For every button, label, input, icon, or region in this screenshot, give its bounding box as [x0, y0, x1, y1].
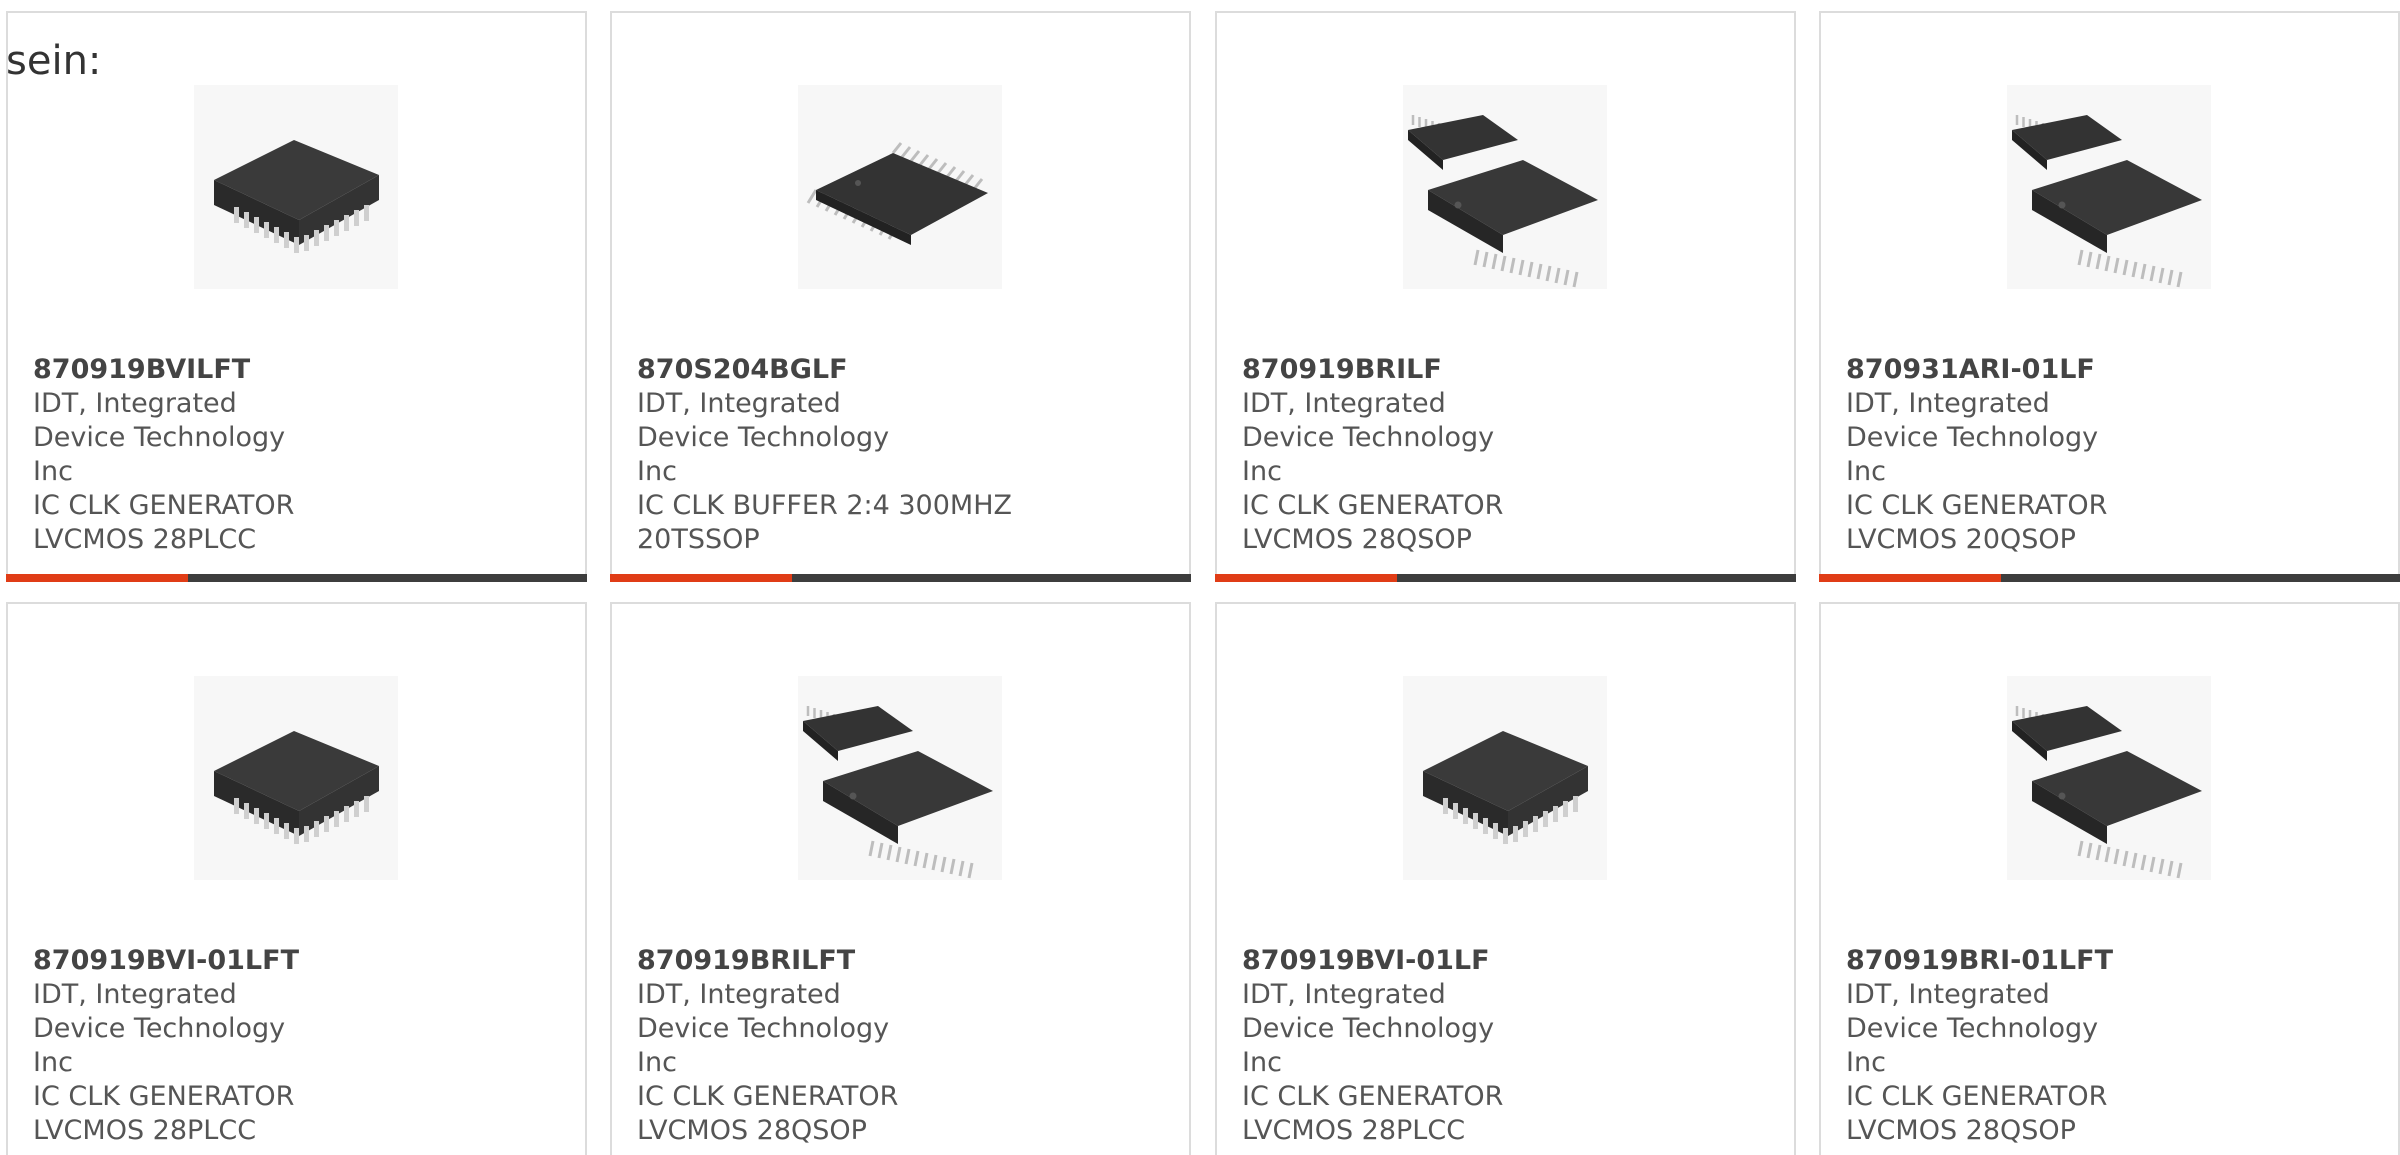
card-accent-bar [6, 574, 188, 582]
part-number-link[interactable]: 870919BVI-01LF [1242, 944, 1742, 978]
part-number-link[interactable]: 870919BRILF [1242, 353, 1742, 387]
product-info: 870931ARI-01LF IDT, Integrated Device Tec… [1846, 353, 2346, 557]
qsop-chip-icon[interactable] [1403, 85, 1607, 289]
part-number-link[interactable]: 870919BVILFT [33, 353, 533, 387]
manufacturer-name: IDT, Integrated Device Technology Inc [1242, 979, 1495, 1078]
manufacturer-name: IDT, Integrated Device Technology Inc [33, 388, 286, 487]
product-card[interactable]: 870919BVILFT IDT, Integrated Device Techn… [6, 11, 587, 582]
product-info: 870919BRILF IDT, Integrated Device Techno… [1242, 353, 1742, 557]
intro-text: sein: [6, 38, 102, 84]
product-description: IC CLK GENERATOR LVCMOS 28PLCC [33, 1081, 295, 1146]
product-info: 870919BVI-01LF IDT, Integrated Device Tec… [1242, 944, 1742, 1148]
manufacturer-name: IDT, Integrated Device Technology Inc [1242, 388, 1495, 487]
product-description: IC CLK GENERATOR LVCMOS 28PLCC [1242, 1081, 1504, 1146]
part-number-link[interactable]: 870919BRILFT [637, 944, 1137, 978]
manufacturer-name: IDT, Integrated Device Technology Inc [637, 388, 890, 487]
product-card[interactable]: 870919BRILFT IDT, Integrated Device Techn… [610, 602, 1191, 1155]
manufacturer-name: IDT, Integrated Device Technology Inc [637, 979, 890, 1078]
product-card[interactable]: 870931ARI-01LF IDT, Integrated Device Tec… [1819, 11, 2400, 582]
product-description: IC CLK GENERATOR LVCMOS 28QSOP [1846, 1081, 2108, 1146]
tssop-chip-icon[interactable] [798, 85, 1002, 289]
product-card[interactable]: 870919BRI-01LFT IDT, Integrated Device Te… [1819, 602, 2400, 1155]
plcc-chip-icon[interactable] [194, 85, 398, 289]
product-card[interactable]: 870919BVI-01LF IDT, Integrated Device Tec… [1215, 602, 1796, 1155]
part-number-link[interactable]: 870931ARI-01LF [1846, 353, 2346, 387]
card-bottom-bar [1215, 574, 1796, 582]
card-accent-bar [1215, 574, 1397, 582]
product-info: 870919BVI-01LFT IDT, Integrated Device Te… [33, 944, 533, 1148]
product-card[interactable]: 870919BVI-01LFT IDT, Integrated Device Te… [6, 602, 587, 1155]
product-info: 870919BRILFT IDT, Integrated Device Techn… [637, 944, 1137, 1148]
part-number-link[interactable]: 870919BVI-01LFT [33, 944, 533, 978]
manufacturer-name: IDT, Integrated Device Technology Inc [1846, 979, 2099, 1078]
part-number-link[interactable]: 870S204BGLF [637, 353, 1137, 387]
product-info: 870S204BGLF IDT, Integrated Device Techno… [637, 353, 1137, 557]
manufacturer-name: IDT, Integrated Device Technology Inc [33, 979, 286, 1078]
product-info: 870919BRI-01LFT IDT, Integrated Device Te… [1846, 944, 2346, 1148]
manufacturer-name: IDT, Integrated Device Technology Inc [1846, 388, 2099, 487]
card-bottom-bar [610, 574, 1191, 582]
product-description: IC CLK GENERATOR LVCMOS 28QSOP [637, 1081, 899, 1146]
card-accent-bar [610, 574, 792, 582]
card-bottom-bar [1819, 574, 2400, 582]
qsop-chip-icon[interactable] [2007, 676, 2211, 880]
product-description: IC CLK GENERATOR LVCMOS 28QSOP [1242, 490, 1504, 555]
product-description: IC CLK BUFFER 2:4 300MHZ 20TSSOP [637, 490, 1012, 555]
product-card[interactable]: 870S204BGLF IDT, Integrated Device Techno… [610, 11, 1191, 582]
product-card[interactable]: 870919BRILF IDT, Integrated Device Techno… [1215, 11, 1796, 582]
product-description: IC CLK GENERATOR LVCMOS 28PLCC [33, 490, 295, 555]
plcc-chip-icon[interactable] [194, 676, 398, 880]
card-accent-bar [1819, 574, 2001, 582]
qsop-chip-icon[interactable] [798, 676, 1002, 880]
part-number-link[interactable]: 870919BRI-01LFT [1846, 944, 2346, 978]
plcc-chip-icon[interactable] [1403, 676, 1607, 880]
product-description: IC CLK GENERATOR LVCMOS 20QSOP [1846, 490, 2108, 555]
qsop-chip-icon[interactable] [2007, 85, 2211, 289]
card-bottom-bar [6, 574, 587, 582]
product-info: 870919BVILFT IDT, Integrated Device Techn… [33, 353, 533, 557]
product-grid-page: sein: 870919BVILFT IDT, Integrated Device… [0, 0, 2400, 1155]
